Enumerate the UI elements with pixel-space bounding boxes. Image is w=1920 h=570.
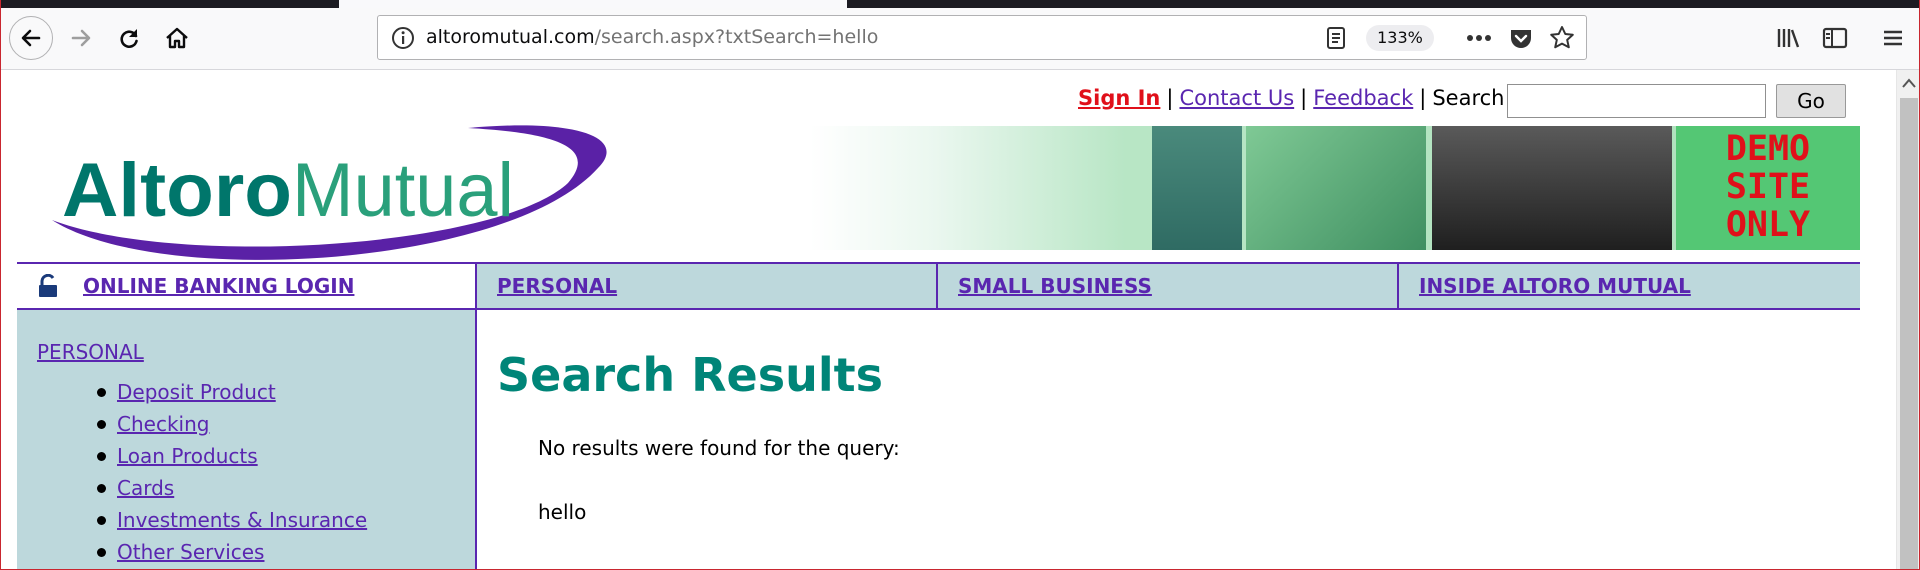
search-query-echo: hello bbox=[538, 500, 587, 524]
sidebar-item: Deposit Product bbox=[96, 376, 367, 408]
feedback-link[interactable]: Feedback bbox=[1313, 86, 1413, 110]
online-banking-login-link[interactable]: ONLINE BANKING LOGIN bbox=[83, 274, 354, 298]
sidebar-item: Checking bbox=[96, 408, 367, 440]
separator: | bbox=[1300, 86, 1308, 110]
separator: | bbox=[1419, 86, 1427, 110]
lock-icon bbox=[39, 274, 57, 297]
reader-view-icon[interactable] bbox=[1322, 24, 1350, 52]
zoom-level-badge[interactable]: 133% bbox=[1366, 25, 1434, 51]
contact-us-link[interactable]: Contact Us bbox=[1179, 86, 1294, 110]
page-title: Search Results bbox=[497, 348, 883, 402]
sidebar-item: Investments & Insurance bbox=[96, 504, 367, 536]
sidebar-link-loan-products[interactable]: Loan Products bbox=[117, 444, 258, 468]
nav-online-banking-login[interactable]: ONLINE BANKING LOGIN bbox=[17, 264, 477, 308]
library-icon[interactable] bbox=[1774, 24, 1802, 52]
sidebar-link-other-services[interactable]: Other Services bbox=[117, 540, 264, 564]
home-icon bbox=[166, 27, 188, 49]
forward-arrow-icon bbox=[71, 29, 91, 47]
home-button[interactable] bbox=[155, 16, 199, 60]
search-label: Search bbox=[1432, 86, 1505, 110]
url-bar[interactable]: altoromutual.com/search.aspx?txtSearch=h… bbox=[377, 15, 1587, 60]
menu-icon[interactable] bbox=[1879, 24, 1907, 52]
active-tab[interactable] bbox=[339, 0, 847, 8]
reload-icon bbox=[120, 29, 138, 48]
vertical-scrollbar[interactable] bbox=[1896, 70, 1919, 569]
demo-line: ONLY bbox=[1725, 205, 1811, 245]
main-navigation: ONLINE BANKING LOGIN PERSONAL SMALL BUSI… bbox=[17, 262, 1860, 310]
personal-link[interactable]: PERSONAL bbox=[497, 274, 617, 298]
sidebar-link-deposit-product[interactable]: Deposit Product bbox=[117, 380, 276, 404]
demo-line: DEMO bbox=[1725, 129, 1811, 169]
demo-line: SITE bbox=[1725, 167, 1811, 207]
scrollbar-thumb[interactable] bbox=[1900, 98, 1918, 569]
bookmark-star-icon[interactable] bbox=[1548, 24, 1576, 52]
sidebar-list: Deposit Product Checking Loan Products C… bbox=[96, 376, 367, 568]
top-links: Sign In | Contact Us | Feedback | Search bbox=[1078, 86, 1505, 110]
separator: | bbox=[1166, 86, 1174, 110]
url-text[interactable]: altoromutual.com/search.aspx?txtSearch=h… bbox=[426, 26, 878, 48]
sidebar-heading-personal[interactable]: PERSONAL bbox=[37, 340, 144, 364]
sidebar-toggle-icon[interactable] bbox=[1821, 24, 1849, 52]
browser-window: altoromutual.com/search.aspx?txtSearch=h… bbox=[0, 0, 1920, 570]
banner-photo-meeting bbox=[1432, 126, 1672, 250]
more-actions-icon[interactable] bbox=[1464, 26, 1494, 50]
browser-toolbar: altoromutual.com/search.aspx?txtSearch=h… bbox=[1, 8, 1919, 70]
pocket-icon[interactable] bbox=[1508, 25, 1534, 51]
sidebar-link-investments-insurance[interactable]: Investments & Insurance bbox=[117, 508, 367, 532]
banner-photo-woman bbox=[1152, 126, 1242, 250]
back-arrow-icon bbox=[21, 29, 41, 47]
scroll-up-arrow-icon[interactable] bbox=[1902, 78, 1916, 88]
tab-strip bbox=[1, 0, 1919, 8]
web-page: Sign In | Contact Us | Feedback | Search Go Al… bbox=[2, 70, 1896, 569]
nav-small-business[interactable]: SMALL BUSINESS bbox=[938, 264, 1399, 308]
svg-text:Altoro: Altoro bbox=[62, 148, 292, 233]
url-domain: altoromutual.com bbox=[426, 26, 595, 48]
nav-personal[interactable]: PERSONAL bbox=[477, 264, 938, 308]
sidebar-link-cards[interactable]: Cards bbox=[117, 476, 174, 500]
inside-altoro-mutual-link[interactable]: INSIDE ALTORO MUTUAL bbox=[1419, 274, 1691, 298]
sidebar-item: Other Services bbox=[96, 536, 367, 568]
header-banner: DEMO SITE ONLY bbox=[810, 126, 1860, 250]
svg-text:Mutual: Mutual bbox=[292, 148, 514, 233]
info-icon[interactable] bbox=[390, 25, 416, 51]
sidebar-item: Cards bbox=[96, 472, 367, 504]
go-button[interactable]: Go bbox=[1776, 84, 1846, 118]
sidebar-item: Loan Products bbox=[96, 440, 367, 472]
sidebar-link-checking[interactable]: Checking bbox=[117, 412, 209, 436]
sidebar: PERSONAL Deposit Product Checking Loan P… bbox=[17, 310, 477, 569]
nav-inside-altoro-mutual[interactable]: INSIDE ALTORO MUTUAL bbox=[1399, 264, 1860, 308]
banner-photo-keyboard bbox=[1246, 126, 1426, 250]
no-results-message: No results were found for the query: bbox=[538, 436, 900, 460]
small-business-link[interactable]: SMALL BUSINESS bbox=[958, 274, 1152, 298]
search-input[interactable] bbox=[1507, 84, 1766, 118]
reload-button[interactable] bbox=[107, 16, 151, 60]
sign-in-link[interactable]: Sign In bbox=[1078, 86, 1160, 110]
url-path: /search.aspx?txtSearch=hello bbox=[594, 26, 879, 48]
demo-site-badge: DEMO SITE ONLY bbox=[1676, 126, 1860, 250]
forward-button[interactable] bbox=[59, 16, 103, 60]
back-button[interactable] bbox=[9, 16, 53, 60]
